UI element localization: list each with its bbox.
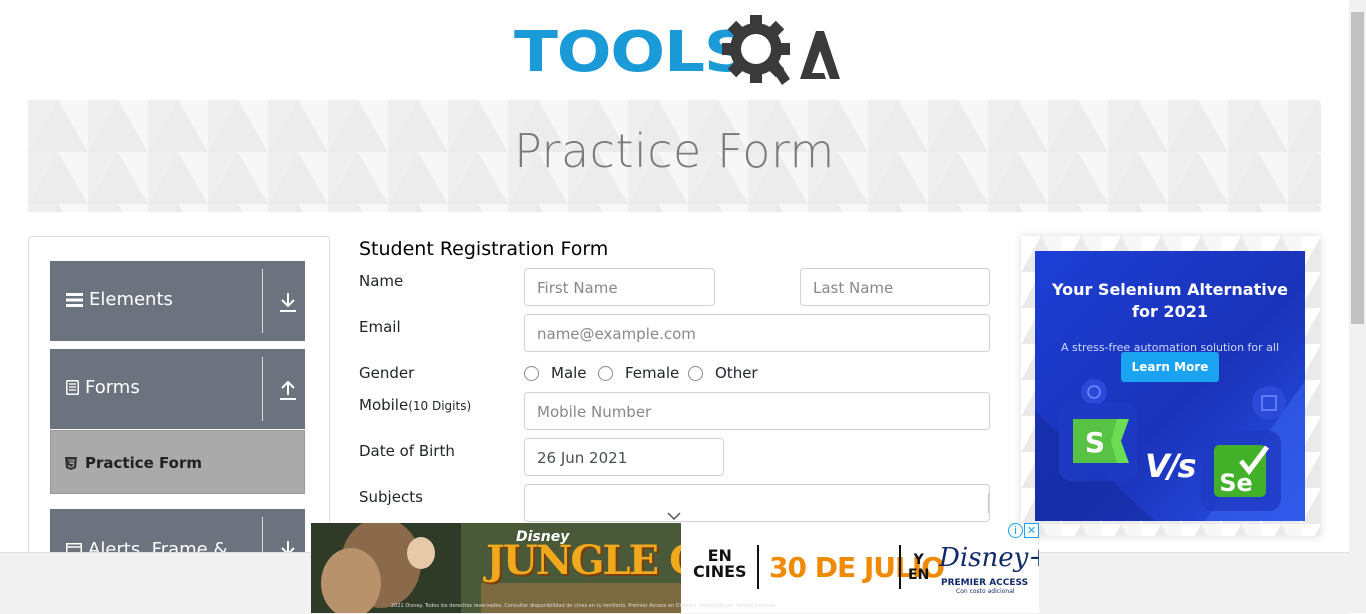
competitor-logo-icon: S (1059, 403, 1137, 481)
ad-headline-line1: Your Selenium Alternative (1051, 280, 1289, 299)
sidebar-group-label: Forms (85, 377, 140, 398)
scrollbar-thumb[interactable] (1351, 12, 1364, 324)
document-icon (66, 380, 79, 395)
divider (262, 357, 263, 421)
subjects-input[interactable] (524, 484, 990, 522)
sidebar-item-label: Practice Form (85, 454, 202, 472)
en-cines-text: EN CINES (693, 548, 747, 580)
sidebar-group-forms[interactable]: Forms (50, 349, 305, 429)
premier-access-text: PREMIER ACCESS (941, 578, 1029, 588)
gear-magnifier-icon (722, 15, 840, 85)
sidebar-item-practice-form[interactable]: Practice Form (50, 430, 305, 494)
sidebar-group-label: Elements (89, 289, 173, 310)
selenium-logo-letters: Se (1219, 469, 1253, 497)
sidebar-group-forms-label-wrap: Forms (66, 377, 140, 398)
mobile-label-text: Mobile (359, 396, 409, 414)
page-title: Practice Form (514, 124, 835, 178)
mobile-hint: (10 Digits) (408, 399, 472, 413)
cost-text: Con costo adicional (956, 588, 1015, 595)
radio-circle[interactable] (598, 365, 613, 381)
ad-headline: Your Selenium Alternative for 2021 (1035, 279, 1305, 323)
ad-creative[interactable]: Your Selenium Alternative for 2021 A str… (1035, 251, 1305, 521)
sidebar: Elements Forms Practice Form Alerts, Fra… (28, 236, 330, 581)
logo-tools-text: TOOLS (514, 20, 750, 85)
download-icon[interactable] (278, 291, 298, 313)
hamburger-icon (66, 292, 83, 307)
scroll-divider (988, 493, 989, 513)
toolsqa-logo[interactable]: TOOLS (514, 15, 840, 90)
radio-label: Other (715, 364, 758, 382)
gender-label: Gender (359, 364, 415, 382)
en-cines-line2: CINES (693, 562, 747, 581)
gender-radio-other[interactable]: Other (688, 364, 758, 382)
ad-headline-line2: for 2021 (1132, 302, 1208, 321)
form-heading: Student Registration Form (359, 238, 609, 260)
competitor-logo-letter: S (1085, 426, 1105, 459)
date-of-birth-input[interactable]: 26 Jun 2021 (524, 438, 724, 476)
info-icon[interactable]: i (1008, 523, 1023, 538)
y-en-text: Y EN (908, 553, 929, 583)
divider (757, 545, 759, 589)
sidebar-item-practice-form-wrap: Practice Form (65, 454, 202, 472)
mobile-input[interactable]: Mobile Number (524, 392, 990, 430)
radio-label: Female (625, 364, 680, 382)
name-label: Name (359, 272, 404, 290)
email-input[interactable]: name@example.com (524, 314, 990, 352)
page-banner: Practice Form (28, 100, 1321, 212)
divider (262, 269, 263, 333)
gender-radio-male[interactable]: Male (524, 364, 587, 382)
code-icon (1252, 386, 1286, 420)
mobile-label: Mobile(10 Digits) (359, 396, 471, 414)
sidebar-group-elements-label-wrap: Elements (66, 289, 173, 310)
first-name-input[interactable]: First Name (524, 268, 715, 306)
y-en-line1: Y (913, 552, 924, 568)
email-label: Email (359, 318, 401, 336)
y-en-line2: EN (908, 567, 930, 583)
dob-label: Date of Birth (359, 442, 455, 460)
close-icon[interactable]: ✕ (1024, 523, 1039, 538)
chevron-down-icon[interactable] (667, 512, 681, 520)
divider (899, 545, 901, 589)
selenium-logo-icon: Se (1201, 431, 1281, 511)
radio-label: Male (551, 364, 587, 382)
sidebar-group-elements[interactable]: Elements (50, 261, 305, 341)
selenium-alternative-ad[interactable]: Your Selenium Alternative for 2021 A str… (1021, 236, 1320, 536)
radio-circle[interactable] (688, 365, 703, 381)
jungle-cruise-ad[interactable]: Disney JUNGLE CRUISE EN CINES 30 DE JULI… (311, 523, 1039, 613)
upload-icon[interactable] (278, 379, 298, 401)
subjects-label: Subjects (359, 488, 423, 506)
radio-circle[interactable] (524, 365, 539, 381)
fine-print: 2021 Disney. Todos los derechos reservad… (391, 603, 777, 609)
learn-more-button[interactable]: Learn More (1121, 352, 1219, 382)
versus-text: V/s (1145, 447, 1196, 485)
clock-icon (1081, 379, 1107, 405)
gender-radio-female[interactable]: Female (598, 364, 679, 382)
disney-plus-logo: Disney+ (939, 543, 1039, 573)
last-name-input[interactable]: Last Name (800, 268, 990, 306)
scrollbar[interactable] (1349, 0, 1366, 613)
html5-shield-icon (65, 456, 77, 470)
